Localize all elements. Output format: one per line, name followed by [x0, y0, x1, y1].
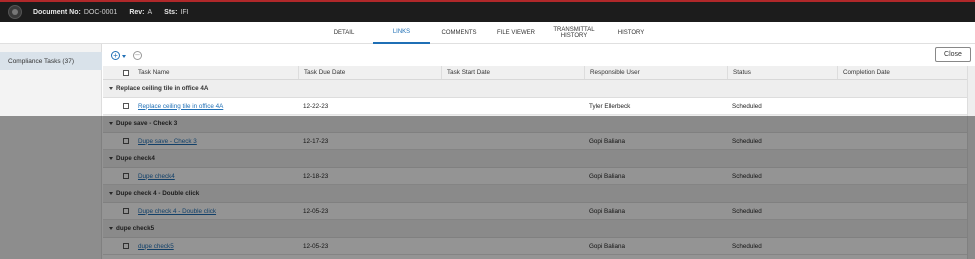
rev-value: A: [147, 8, 153, 16]
group-row[interactable]: Dupe check4: [103, 150, 970, 168]
tab-history[interactable]: HISTORY: [606, 22, 656, 44]
group-row[interactable]: dupe check5: [103, 220, 970, 238]
table-row[interactable]: Dupe check 4 - Double click 12-05-23 Gop…: [103, 203, 970, 220]
task-due-date: 12-17-23: [303, 137, 329, 145]
completion-date: [837, 98, 970, 114]
group-title: Dupe check 4 - Double click: [116, 190, 200, 197]
responsible-user: Gopi Baliana: [589, 242, 626, 250]
add-icon[interactable]: +: [111, 50, 120, 60]
app-logo[interactable]: [8, 5, 22, 19]
table-row[interactable]: Replace ceiling tile in office 4A 12-22-…: [103, 98, 970, 115]
group-row[interactable]: Replace ceiling tile in office 4A: [103, 80, 970, 98]
rev-label: Rev:: [129, 8, 145, 16]
group-row[interactable]: Dupe check 4 - Double click: [103, 185, 970, 203]
responsible-user: Gopi Baliana: [589, 137, 626, 145]
group-title: Dupe check4: [116, 155, 155, 162]
row-checkbox[interactable]: [123, 173, 129, 179]
row-checkbox[interactable]: [123, 243, 129, 249]
task-name-link[interactable]: Replace ceiling tile in office 4A: [133, 98, 298, 114]
tab-bar: DETAIL LINKS COMMENTS FILE VIEWER TRANSM…: [0, 22, 975, 44]
row-checkbox[interactable]: [123, 138, 129, 144]
collapse-icon[interactable]: [109, 192, 113, 195]
task-start-date: [441, 133, 584, 149]
tab-transmittal-history[interactable]: TRANSMITTAL HISTORY: [546, 22, 602, 44]
task-due-date: 12-05-23: [303, 207, 329, 215]
column-header-task-name[interactable]: Task Name: [133, 66, 298, 79]
completion-date: [837, 238, 970, 254]
task-name-link[interactable]: dupe check5: [133, 238, 298, 254]
task-start-date: [441, 98, 584, 114]
table-row[interactable]: dupe check5 12-05-23 Gopi Baliana Schedu…: [103, 238, 970, 255]
tasks-table: Task Name Task Due Date Task Start Date …: [103, 66, 970, 255]
task-due-date: 12-18-23: [303, 172, 329, 180]
tab-links[interactable]: LINKS: [373, 22, 430, 44]
tab-file-viewer[interactable]: FILE VIEWER: [490, 22, 542, 44]
table-row[interactable]: Dupe save - Check 3 12-17-23 Gopi Balian…: [103, 133, 970, 150]
doc-no-value: DOC-0001: [83, 8, 118, 16]
task-start-date: [441, 238, 584, 254]
column-header-task-due-date[interactable]: Task Due Date: [298, 66, 441, 79]
tab-comments[interactable]: COMMENTS: [435, 22, 483, 44]
table-row[interactable]: Dupe check4 12-18-23 Gopi Baliana Schedu…: [103, 168, 970, 185]
task-due-date: 12-05-23: [303, 242, 329, 250]
status-value: IFI: [180, 8, 189, 16]
row-checkbox[interactable]: [123, 208, 129, 214]
vertical-scrollbar[interactable]: [967, 66, 975, 259]
group-row[interactable]: Dupe save - Check 3: [103, 115, 970, 133]
task-due-date: 12-22-23: [303, 102, 329, 110]
task-status: Scheduled: [732, 102, 762, 110]
table-header: Task Name Task Due Date Task Start Date …: [103, 66, 970, 80]
responsible-user: Gopi Baliana: [589, 172, 626, 180]
sidebar: Compliance Tasks (37): [0, 44, 102, 259]
responsible-user: Gopi Baliana: [589, 207, 626, 215]
chevron-down-icon[interactable]: [122, 55, 126, 58]
collapse-icon[interactable]: [109, 157, 113, 160]
task-status: Scheduled: [732, 137, 762, 145]
task-name-link[interactable]: Dupe check4: [133, 168, 298, 184]
toolbar: + – Close: [103, 44, 975, 66]
group-title: Replace ceiling tile in office 4A: [116, 85, 209, 92]
responsible-user: Tyler Ellerbeck: [589, 102, 631, 110]
task-status: Scheduled: [732, 172, 762, 180]
group-title: Dupe save - Check 3: [116, 120, 178, 127]
select-all-checkbox[interactable]: [123, 69, 129, 76]
collapse-icon[interactable]: [109, 87, 113, 90]
row-checkbox[interactable]: [123, 103, 129, 109]
document-meta: Document No: DOC-0001 Rev: A Sts: IFI: [33, 9, 189, 16]
completion-date: [837, 203, 970, 219]
app-header: Document No: DOC-0001 Rev: A Sts: IFI: [0, 0, 975, 22]
column-header-completion-date[interactable]: Completion Date: [837, 66, 970, 79]
completion-date: [837, 133, 970, 149]
close-button[interactable]: Close: [935, 47, 971, 62]
status-label: Sts:: [164, 8, 178, 16]
task-name-link[interactable]: Dupe check 4 - Double click: [133, 203, 298, 219]
remove-icon[interactable]: –: [133, 50, 142, 60]
task-status: Scheduled: [732, 242, 762, 250]
column-header-responsible-user[interactable]: Responsible User: [584, 66, 727, 79]
sidebar-item-compliance-tasks[interactable]: Compliance Tasks (37): [0, 52, 102, 70]
completion-date: [837, 168, 970, 184]
task-start-date: [441, 203, 584, 219]
group-title: dupe check5: [116, 225, 155, 232]
collapse-icon[interactable]: [109, 122, 113, 125]
column-header-status[interactable]: Status: [727, 66, 837, 79]
doc-no-label: Document No:: [33, 8, 81, 16]
tab-detail[interactable]: DETAIL: [320, 22, 368, 44]
task-start-date: [441, 168, 584, 184]
collapse-icon[interactable]: [109, 227, 113, 230]
task-status: Scheduled: [732, 207, 762, 215]
column-header-task-start-date[interactable]: Task Start Date: [441, 66, 584, 79]
task-name-link[interactable]: Dupe save - Check 3: [133, 133, 298, 149]
